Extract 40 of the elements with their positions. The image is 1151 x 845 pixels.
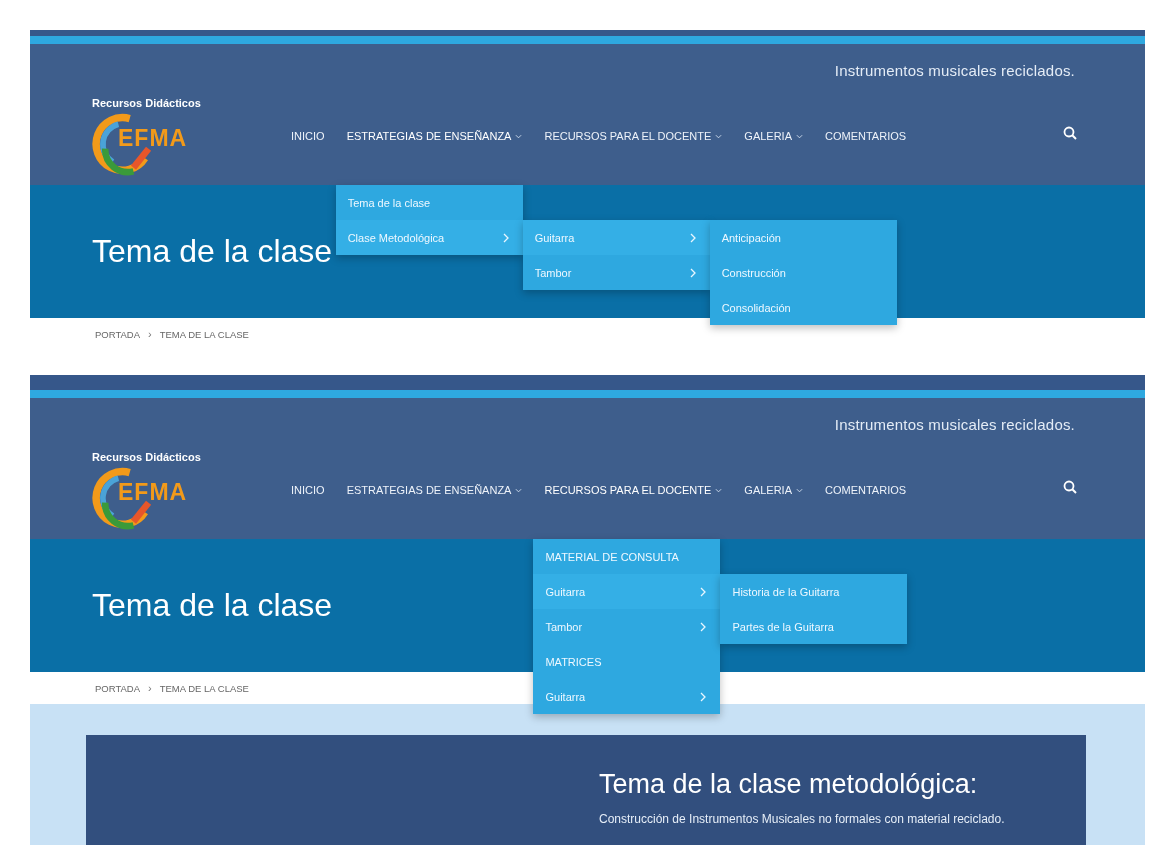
caret-down-icon: [796, 487, 803, 493]
caret-down-icon: [515, 487, 523, 493]
nav-link[interactable]: GALERIA: [744, 484, 803, 496]
logo-text: EFMA: [118, 479, 188, 506]
caret-down-icon: [796, 133, 803, 139]
caret-down-icon: [715, 487, 723, 493]
chevron-right-icon: [700, 586, 707, 597]
search-icon[interactable]: [1063, 126, 1077, 140]
nav-link[interactable]: INICIO: [291, 130, 325, 142]
caret-down-icon: [715, 133, 723, 139]
search-icon[interactable]: [1063, 480, 1077, 494]
breadcrumb-separator: ›: [148, 328, 152, 340]
page-title: Tema de la clase: [92, 233, 333, 270]
nav-link[interactable]: RECURSOS PARA EL DOCENTE: [544, 130, 723, 142]
nav-link[interactable]: ESTRATEGIAS DE ENSEÑANZA: [346, 484, 523, 496]
nav-link[interactable]: INICIO: [291, 484, 325, 496]
chevron-right-icon: [700, 621, 707, 632]
breadcrumb-separator: ›: [148, 682, 152, 694]
site-tagline: Instrumentos musicales reciclados.: [834, 62, 1075, 79]
logo-text: EFMA: [118, 125, 188, 152]
breadcrumb-link[interactable]: PORTADA: [95, 328, 141, 340]
page-title: Tema de la clase: [92, 587, 333, 624]
site-tagline: Instrumentos musicales reciclados.: [834, 416, 1075, 433]
chevron-right-icon: [689, 232, 696, 243]
breadcrumb-link[interactable]: TEMA DE LA CLASE: [159, 328, 249, 340]
nav-link[interactable]: COMENTARIOS: [825, 484, 907, 496]
breadcrumb-link[interactable]: TEMA DE LA CLASE: [159, 682, 249, 694]
caret-down-icon: [515, 133, 523, 139]
nav-link[interactable]: COMENTARIOS: [825, 130, 907, 142]
nav-link[interactable]: RECURSOS PARA EL DOCENTE: [544, 484, 723, 496]
chevron-right-icon: [502, 232, 509, 243]
chevron-right-icon: [700, 691, 707, 702]
content-text: Construcción de Instrumentos Musicales no formales con material reciclado.: [599, 812, 1006, 826]
chevron-right-icon: [689, 267, 696, 278]
content-title: Tema de la clase metodológica:: [599, 769, 979, 800]
site-label: Recursos Didácticos: [92, 97, 202, 109]
site-label: Recursos Didácticos: [92, 451, 202, 463]
breadcrumb-link[interactable]: PORTADA: [95, 682, 141, 694]
nav-link[interactable]: GALERIA: [744, 130, 803, 142]
nav-link[interactable]: ESTRATEGIAS DE ENSEÑANZA: [346, 130, 523, 142]
